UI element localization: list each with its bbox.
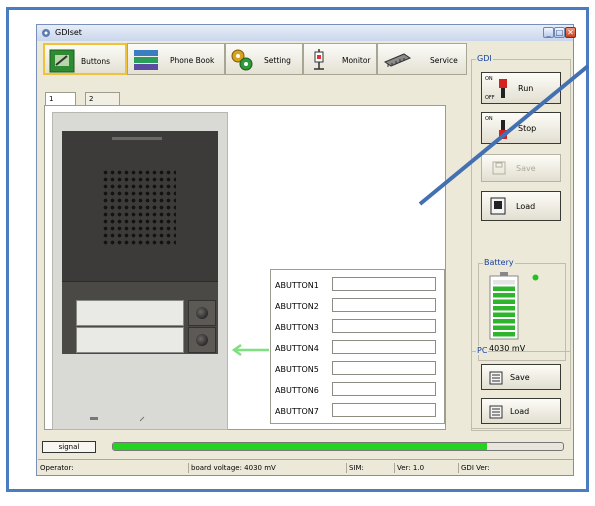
button-row: ABUTTON2 (275, 298, 443, 314)
call-button-1 (188, 300, 216, 326)
nameplate-1 (76, 300, 184, 326)
toolbar-phone-book-button[interactable]: Phone Book (127, 43, 225, 75)
device-bottom-marks (62, 414, 218, 424)
call-button-2 (188, 327, 216, 353)
tab-2-buttons[interactable]: 2 buttons (85, 92, 120, 115)
toolbar-setting-button[interactable]: Setting (225, 43, 303, 75)
battery-cell (493, 286, 515, 291)
toolbar-buttons-label: Buttons (81, 57, 111, 66)
button-row-label: ABUTTON6 (275, 386, 319, 395)
toolbar-setting-label: Setting (264, 56, 291, 65)
window-title: GDIset (55, 28, 82, 37)
speaker-holes (102, 169, 176, 245)
button-row-input[interactable] (332, 340, 436, 354)
button-row: ABUTTON3 (275, 319, 443, 335)
status-operator: Operator: (40, 464, 74, 472)
battery-cell (493, 306, 515, 311)
call-button-module (62, 281, 218, 354)
button-row-label: ABUTTON5 (275, 365, 319, 374)
buttons-icon (49, 49, 75, 73)
signal-bar: signal (40, 441, 570, 455)
speaker-grille (62, 131, 218, 281)
button-row: ABUTTON4 (275, 340, 443, 356)
setting-icon (231, 49, 253, 71)
battery-cell (493, 280, 515, 285)
annotation-arrow-icon (418, 64, 590, 206)
status-board-voltage: board voltage: 4030 mV (188, 463, 339, 473)
button-row: ABUTTON7 (275, 403, 443, 419)
signal-level-fill (113, 443, 487, 450)
button-assignment-list: ABUTTON1 ABUTTON2 ABUTTON3 ABUTTON4 ABUT… (270, 269, 445, 424)
button-row-label: ABUTTON7 (275, 407, 319, 416)
pc-load-label: Load (510, 407, 530, 416)
battery-gauge-icon (489, 272, 519, 340)
status-bar: Operator: board voltage: 4030 mV SIM: Ve… (38, 459, 573, 475)
button-row: ABUTTON5 (275, 361, 443, 377)
toolbar-phone-book-label: Phone Book (170, 56, 215, 65)
button-row-input[interactable] (332, 319, 436, 333)
battery-group: Battery 4030 mV (478, 258, 566, 361)
toolbar-buttons-button[interactable]: Buttons (43, 43, 127, 75)
battery-status-led-icon (532, 274, 539, 281)
maximize-button[interactable]: □ (554, 27, 565, 38)
minimize-button[interactable]: _ (543, 27, 554, 38)
pointer-arrow-icon (231, 343, 269, 357)
status-sim: SIM: (346, 463, 364, 473)
monitor-icon (314, 49, 324, 70)
battery-cell (493, 312, 515, 317)
signal-button[interactable]: signal (42, 441, 96, 453)
device-logo-strip (112, 137, 162, 140)
pc-load-button[interactable]: Load (481, 398, 561, 424)
button-row-label: ABUTTON2 (275, 302, 319, 311)
button-row-input[interactable] (332, 361, 436, 375)
button-row: ABUTTON6 (275, 382, 443, 398)
pc-save-button[interactable]: Save (481, 364, 561, 390)
signal-level-track (112, 442, 564, 451)
load-icon (489, 405, 503, 419)
main-toolbar: Buttons Phone Book Setting Monitor Servi… (43, 43, 467, 77)
pc-group-label: PC (476, 346, 489, 355)
battery-cell (493, 299, 515, 304)
nameplate-2 (76, 327, 184, 353)
button-row-input[interactable] (332, 382, 436, 396)
service-chip-icon (383, 53, 412, 67)
status-gdi-version: GDI Ver: (458, 463, 490, 473)
toolbar-monitor-label: Monitor (342, 56, 371, 65)
pc-group: PC Save Load (471, 346, 571, 431)
pc-save-label: Save (510, 373, 530, 382)
button-row-label: ABUTTON4 (275, 344, 319, 353)
button-row-label: ABUTTON1 (275, 281, 319, 290)
button-row: ABUTTON1 (275, 277, 443, 293)
toolbar-monitor-button[interactable]: Monitor (303, 43, 377, 75)
battery-cell (493, 332, 515, 337)
title-bar: GDIset _ □ ✕ (37, 25, 576, 41)
status-version: Ver: 1.0 (394, 463, 424, 473)
phone-book-icon (134, 50, 158, 70)
app-icon (42, 29, 50, 37)
button-row-input[interactable] (332, 298, 436, 312)
button-row-label: ABUTTON3 (275, 323, 319, 332)
battery-cell (493, 319, 515, 324)
battery-label: Battery (483, 258, 515, 267)
button-row-input[interactable] (332, 277, 436, 291)
battery-cell (493, 293, 515, 298)
close-button[interactable]: ✕ (565, 27, 576, 38)
battery-cell (493, 325, 515, 330)
intercom-panel-image (52, 112, 228, 430)
button-row-input[interactable] (332, 403, 436, 417)
save-icon (489, 371, 503, 385)
